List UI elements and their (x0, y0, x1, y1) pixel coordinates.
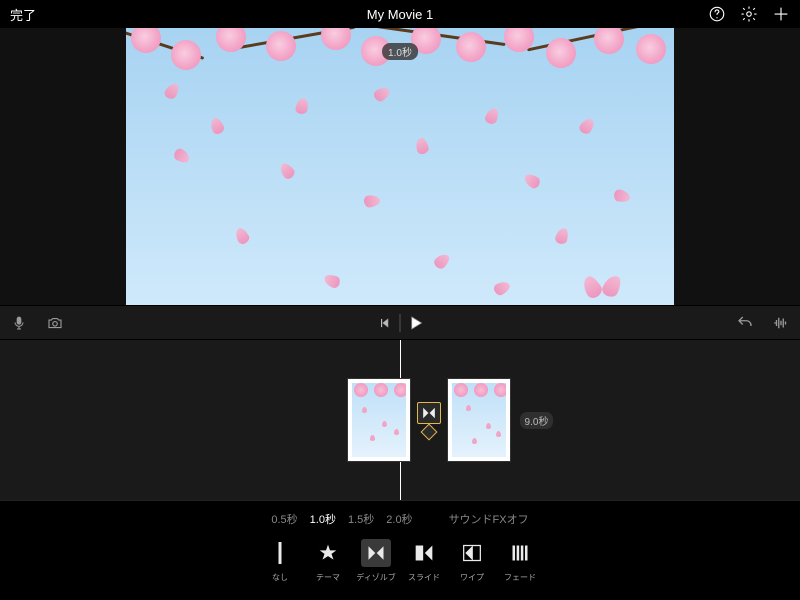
transition-row: なし テーマ ディゾルブ スライド ワイプ フェード (0, 539, 800, 583)
duration-option[interactable]: 0.5秒 (271, 511, 297, 527)
transition-dissolve[interactable]: ディゾルブ (352, 539, 400, 583)
header-bar: 完了 My Movie 1 (0, 0, 800, 28)
audio-waveform-icon[interactable] (772, 314, 790, 332)
sound-fx-toggle[interactable]: サウンドFXオフ (449, 511, 529, 527)
preview-panel: 1.0秒 (0, 28, 800, 305)
transition-none[interactable]: なし (256, 539, 304, 583)
undo-icon[interactable] (736, 314, 754, 332)
skip-to-start-icon[interactable] (376, 314, 394, 332)
timeline-clip[interactable] (447, 378, 511, 462)
done-button[interactable]: 完了 (10, 5, 36, 24)
bowtie-icon (417, 402, 441, 424)
tool-row (0, 305, 800, 340)
transition-settings-panel: 0.5秒 1.0秒 1.5秒 2.0秒 サウンドFXオフ なし テーマ ディゾル… (0, 500, 800, 600)
clip-duration-label: 9.0秒 (520, 412, 554, 429)
video-canvas: 1.0秒 (126, 28, 674, 305)
duration-option[interactable]: 2.0秒 (386, 511, 412, 527)
camera-icon[interactable] (46, 314, 64, 332)
project-title: My Movie 1 (0, 7, 800, 22)
duration-option[interactable]: 1.5秒 (348, 511, 374, 527)
add-icon[interactable] (772, 5, 790, 23)
play-button[interactable] (407, 314, 425, 332)
transition-theme[interactable]: テーマ (304, 539, 352, 583)
transition-fade[interactable]: フェード (496, 539, 544, 583)
duration-option[interactable]: 1.0秒 (310, 511, 336, 527)
microphone-icon[interactable] (10, 314, 28, 332)
transition-marker[interactable] (416, 402, 442, 438)
timeline[interactable]: 9.0秒 (0, 340, 800, 500)
help-icon[interactable] (708, 5, 726, 23)
duration-options: 0.5秒 1.0秒 1.5秒 2.0秒 サウンドFXオフ (0, 511, 800, 527)
timeline-clip[interactable] (347, 378, 411, 462)
diamond-icon (420, 424, 437, 441)
settings-gear-icon[interactable] (740, 5, 758, 23)
transition-wipe[interactable]: ワイプ (448, 539, 496, 583)
transition-slide[interactable]: スライド (400, 539, 448, 583)
